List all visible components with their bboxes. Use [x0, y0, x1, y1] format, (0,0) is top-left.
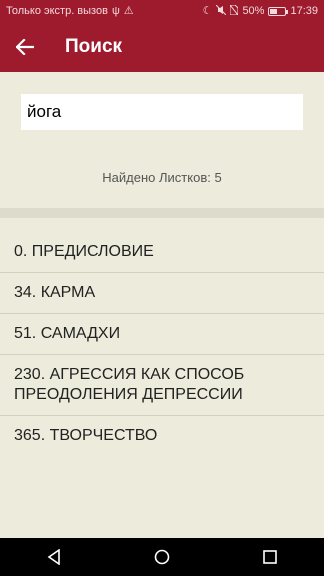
- moon-icon: ☾: [202, 4, 213, 17]
- clock: 17:39: [290, 5, 318, 17]
- results-list: 0. ПРЕДИСЛОВИЕ 34. КАРМА 51. САМАДХИ 230…: [0, 232, 324, 456]
- divider: [0, 208, 324, 218]
- home-circle-icon: [154, 549, 170, 565]
- battery-percent: 50%: [242, 5, 265, 17]
- list-item[interactable]: 365. ТВОРЧЕСТВО: [0, 416, 324, 456]
- page-title: Поиск: [65, 36, 123, 57]
- warning-icon: ⚠: [123, 4, 134, 17]
- battery-icon: [268, 6, 289, 16]
- app-bar: Поиск: [0, 22, 324, 72]
- carrier-text: Только экстр. вызов: [6, 5, 108, 17]
- list-item[interactable]: 230. АГРЕССИЯ КАК СПОСОБ ПРЕОДОЛЕНИЯ ДЕП…: [0, 355, 324, 416]
- back-triangle-icon: [47, 549, 60, 565]
- search-input[interactable]: [21, 94, 303, 130]
- mute-icon: [216, 4, 227, 18]
- no-sim-icon: [229, 4, 239, 18]
- status-bar: Только экстр. вызов ψ ⚠ ☾ 50% 17:39: [0, 0, 324, 22]
- list-item[interactable]: 0. ПРЕДИСЛОВИЕ: [0, 232, 324, 273]
- nav-back-button[interactable]: [34, 538, 74, 576]
- status-right: ☾ 50% 17:39: [202, 4, 318, 18]
- status-left: Только экстр. вызов ψ ⚠: [6, 5, 134, 17]
- battery-fill: [270, 8, 278, 14]
- usb-icon: ψ: [111, 4, 120, 17]
- navigation-bar: [0, 538, 324, 576]
- nav-home-button[interactable]: [142, 538, 182, 576]
- nav-recents-button[interactable]: [250, 538, 290, 576]
- results-count: Найдено Листков: 5: [102, 170, 222, 185]
- arrow-left-icon: [16, 39, 34, 55]
- back-button[interactable]: [0, 22, 50, 72]
- list-item[interactable]: 51. САМАДХИ: [0, 314, 324, 355]
- recents-square-icon: [263, 550, 277, 564]
- list-item[interactable]: 34. КАРМА: [0, 273, 324, 314]
